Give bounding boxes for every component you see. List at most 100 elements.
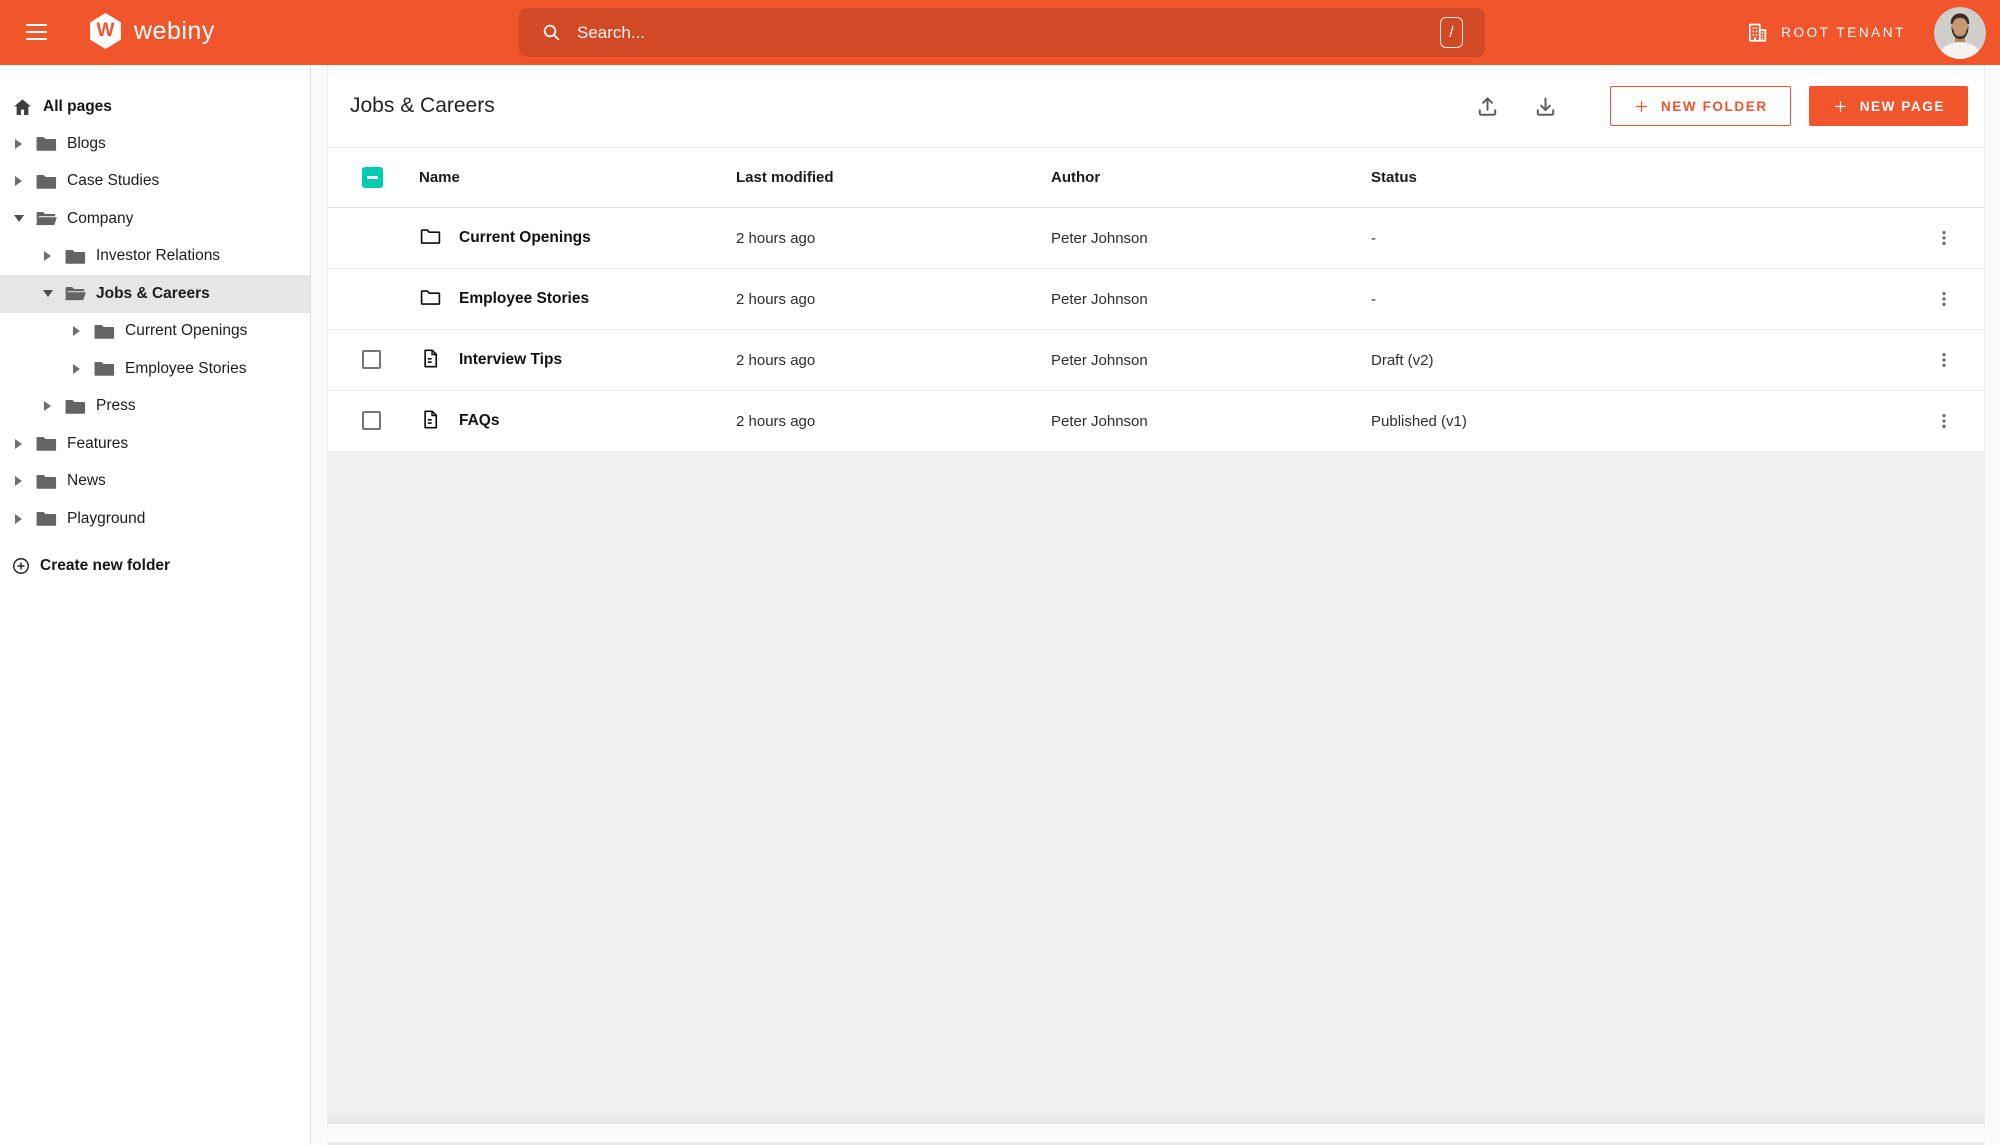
sidebar-item-investor-relations[interactable]: Investor Relations bbox=[0, 238, 310, 276]
plus-icon bbox=[1832, 98, 1849, 115]
new-folder-label: NEW FOLDER bbox=[1660, 98, 1768, 114]
row-checkbox[interactable] bbox=[362, 349, 381, 369]
sidebar-item-label: Current Openings bbox=[125, 322, 248, 340]
sidebar-item-case-studies[interactable]: Case Studies bbox=[0, 163, 310, 201]
chevron-right-icon[interactable] bbox=[70, 363, 83, 374]
row-author: Peter Johnson bbox=[1051, 351, 1148, 369]
page-title: Jobs & Careers bbox=[350, 94, 495, 117]
kebab-icon bbox=[1934, 228, 1954, 248]
create-new-folder-button[interactable]: Create new folder bbox=[0, 547, 170, 585]
folder-closed-icon bbox=[64, 245, 87, 268]
webiny-logo[interactable]: W webiny bbox=[88, 13, 215, 49]
row-name[interactable]: Current Openings bbox=[459, 229, 736, 247]
row-status: Published (v1) bbox=[1371, 412, 1467, 430]
chevron-right-icon[interactable] bbox=[12, 476, 25, 487]
sidebar-item-blogs[interactable]: Blogs bbox=[0, 125, 310, 163]
row-checkbox[interactable] bbox=[362, 410, 381, 430]
row-menu-button[interactable] bbox=[1927, 221, 1961, 255]
content-footer-bar bbox=[327, 1123, 1985, 1145]
chevron-right-icon[interactable] bbox=[70, 326, 83, 337]
tenant-label: ROOT TENANT bbox=[1781, 25, 1906, 40]
table-row[interactable]: Current Openings 2 hours ago Peter Johns… bbox=[328, 208, 1984, 269]
sidebar-item-features[interactable]: Features bbox=[0, 425, 310, 463]
sidebar-item-company[interactable]: Company bbox=[0, 200, 310, 238]
sidebar-item-label: Features bbox=[67, 434, 129, 452]
sidebar-item-label: Employee Stories bbox=[125, 359, 247, 377]
slash-shortcut-badge: / bbox=[1440, 17, 1463, 48]
sidebar-item-label: Company bbox=[67, 209, 134, 227]
new-page-button[interactable]: NEW PAGE bbox=[1808, 86, 1968, 126]
table-row[interactable]: FAQs 2 hours ago Peter Johnson Published… bbox=[328, 391, 1984, 452]
row-author: Peter Johnson bbox=[1051, 229, 1148, 247]
export-button[interactable] bbox=[1470, 88, 1506, 124]
page-browser-panel: Jobs & Careers NEW FOLDER NEW PAGE Name … bbox=[327, 65, 1985, 1123]
tenant-selector[interactable]: ROOT TENANT bbox=[1746, 21, 1906, 44]
chevron-right-icon[interactable] bbox=[41, 251, 54, 262]
folder-icon bbox=[419, 225, 442, 248]
kebab-icon bbox=[1934, 350, 1954, 370]
search-icon bbox=[541, 22, 562, 43]
row-status: - bbox=[1371, 290, 1376, 308]
chevron-down-icon[interactable] bbox=[41, 290, 54, 298]
chevron-right-icon[interactable] bbox=[12, 176, 25, 187]
row-name[interactable]: Employee Stories bbox=[459, 290, 736, 308]
user-avatar[interactable] bbox=[1934, 6, 1986, 59]
all-pages-item[interactable]: All pages bbox=[0, 89, 310, 125]
sidebar-item-label: Case Studies bbox=[67, 172, 160, 190]
table-row[interactable]: Employee Stories 2 hours ago Peter Johns… bbox=[328, 269, 1984, 330]
sidebar-item-playground[interactable]: Playground bbox=[0, 500, 310, 538]
sidebar-item-news[interactable]: News bbox=[0, 463, 310, 501]
select-all-checkbox[interactable] bbox=[362, 167, 383, 188]
new-folder-button[interactable]: NEW FOLDER bbox=[1609, 86, 1791, 126]
sidebar-item-press[interactable]: Press bbox=[0, 388, 310, 426]
import-button[interactable] bbox=[1528, 88, 1564, 124]
hamburger-menu-icon[interactable] bbox=[26, 21, 48, 43]
folder-icon bbox=[419, 286, 442, 309]
sidebar-item-label: Blogs bbox=[67, 134, 106, 152]
sidebar-item-label: News bbox=[67, 472, 106, 490]
sidebar-item-label: Playground bbox=[67, 509, 146, 527]
row-menu-button[interactable] bbox=[1927, 343, 1961, 377]
sidebar-item-current-openings[interactable]: Current Openings bbox=[0, 313, 310, 351]
folder-closed-icon bbox=[93, 320, 116, 343]
chevron-down-icon[interactable] bbox=[12, 215, 25, 223]
search-bar[interactable]: / bbox=[519, 8, 1485, 57]
folder-open-icon bbox=[64, 282, 87, 305]
table-row[interactable]: Interview Tips 2 hours ago Peter Johnson… bbox=[328, 330, 1984, 391]
row-name[interactable]: Interview Tips bbox=[459, 351, 736, 369]
sidebar-item-label: Investor Relations bbox=[96, 247, 221, 265]
sidebar-item-employee-stories[interactable]: Employee Stories bbox=[0, 350, 310, 388]
search-input[interactable] bbox=[577, 22, 1440, 43]
folder-closed-icon bbox=[35, 132, 58, 155]
sidebar-item-jobs-careers[interactable]: Jobs & Careers bbox=[0, 275, 310, 313]
upload-icon bbox=[1475, 94, 1500, 119]
column-header-author: Author bbox=[1051, 169, 1101, 186]
new-page-label: NEW PAGE bbox=[1859, 98, 1945, 114]
row-status: Draft (v2) bbox=[1371, 351, 1434, 369]
chevron-right-icon[interactable] bbox=[12, 513, 25, 524]
row-name[interactable]: FAQs bbox=[459, 412, 736, 430]
plus-icon bbox=[1633, 98, 1650, 115]
column-header-name: Name bbox=[419, 169, 460, 186]
row-author: Peter Johnson bbox=[1051, 290, 1148, 308]
row-menu-button[interactable] bbox=[1927, 282, 1961, 316]
chevron-right-icon[interactable] bbox=[12, 438, 25, 449]
folder-open-icon bbox=[35, 207, 58, 230]
page-header: Jobs & Careers NEW FOLDER NEW PAGE bbox=[328, 65, 1984, 148]
avatar-photo bbox=[1934, 6, 1986, 59]
row-menu-button[interactable] bbox=[1927, 404, 1961, 438]
folder-closed-icon bbox=[64, 395, 87, 418]
column-header-last-modified: Last modified bbox=[736, 169, 834, 186]
row-last-modified: 2 hours ago bbox=[736, 412, 816, 430]
download-icon bbox=[1533, 94, 1558, 119]
chevron-right-icon[interactable] bbox=[41, 401, 54, 412]
kebab-icon bbox=[1934, 289, 1954, 309]
sidebar-item-label: Press bbox=[96, 397, 136, 415]
all-pages-label: All pages bbox=[43, 98, 112, 115]
building-icon bbox=[1746, 21, 1769, 44]
folder-closed-icon bbox=[35, 432, 58, 455]
topbar-right-group: ROOT TENANT bbox=[1746, 0, 1986, 65]
chevron-right-icon[interactable] bbox=[12, 138, 25, 149]
kebab-icon bbox=[1934, 411, 1954, 431]
row-last-modified: 2 hours ago bbox=[736, 229, 816, 247]
